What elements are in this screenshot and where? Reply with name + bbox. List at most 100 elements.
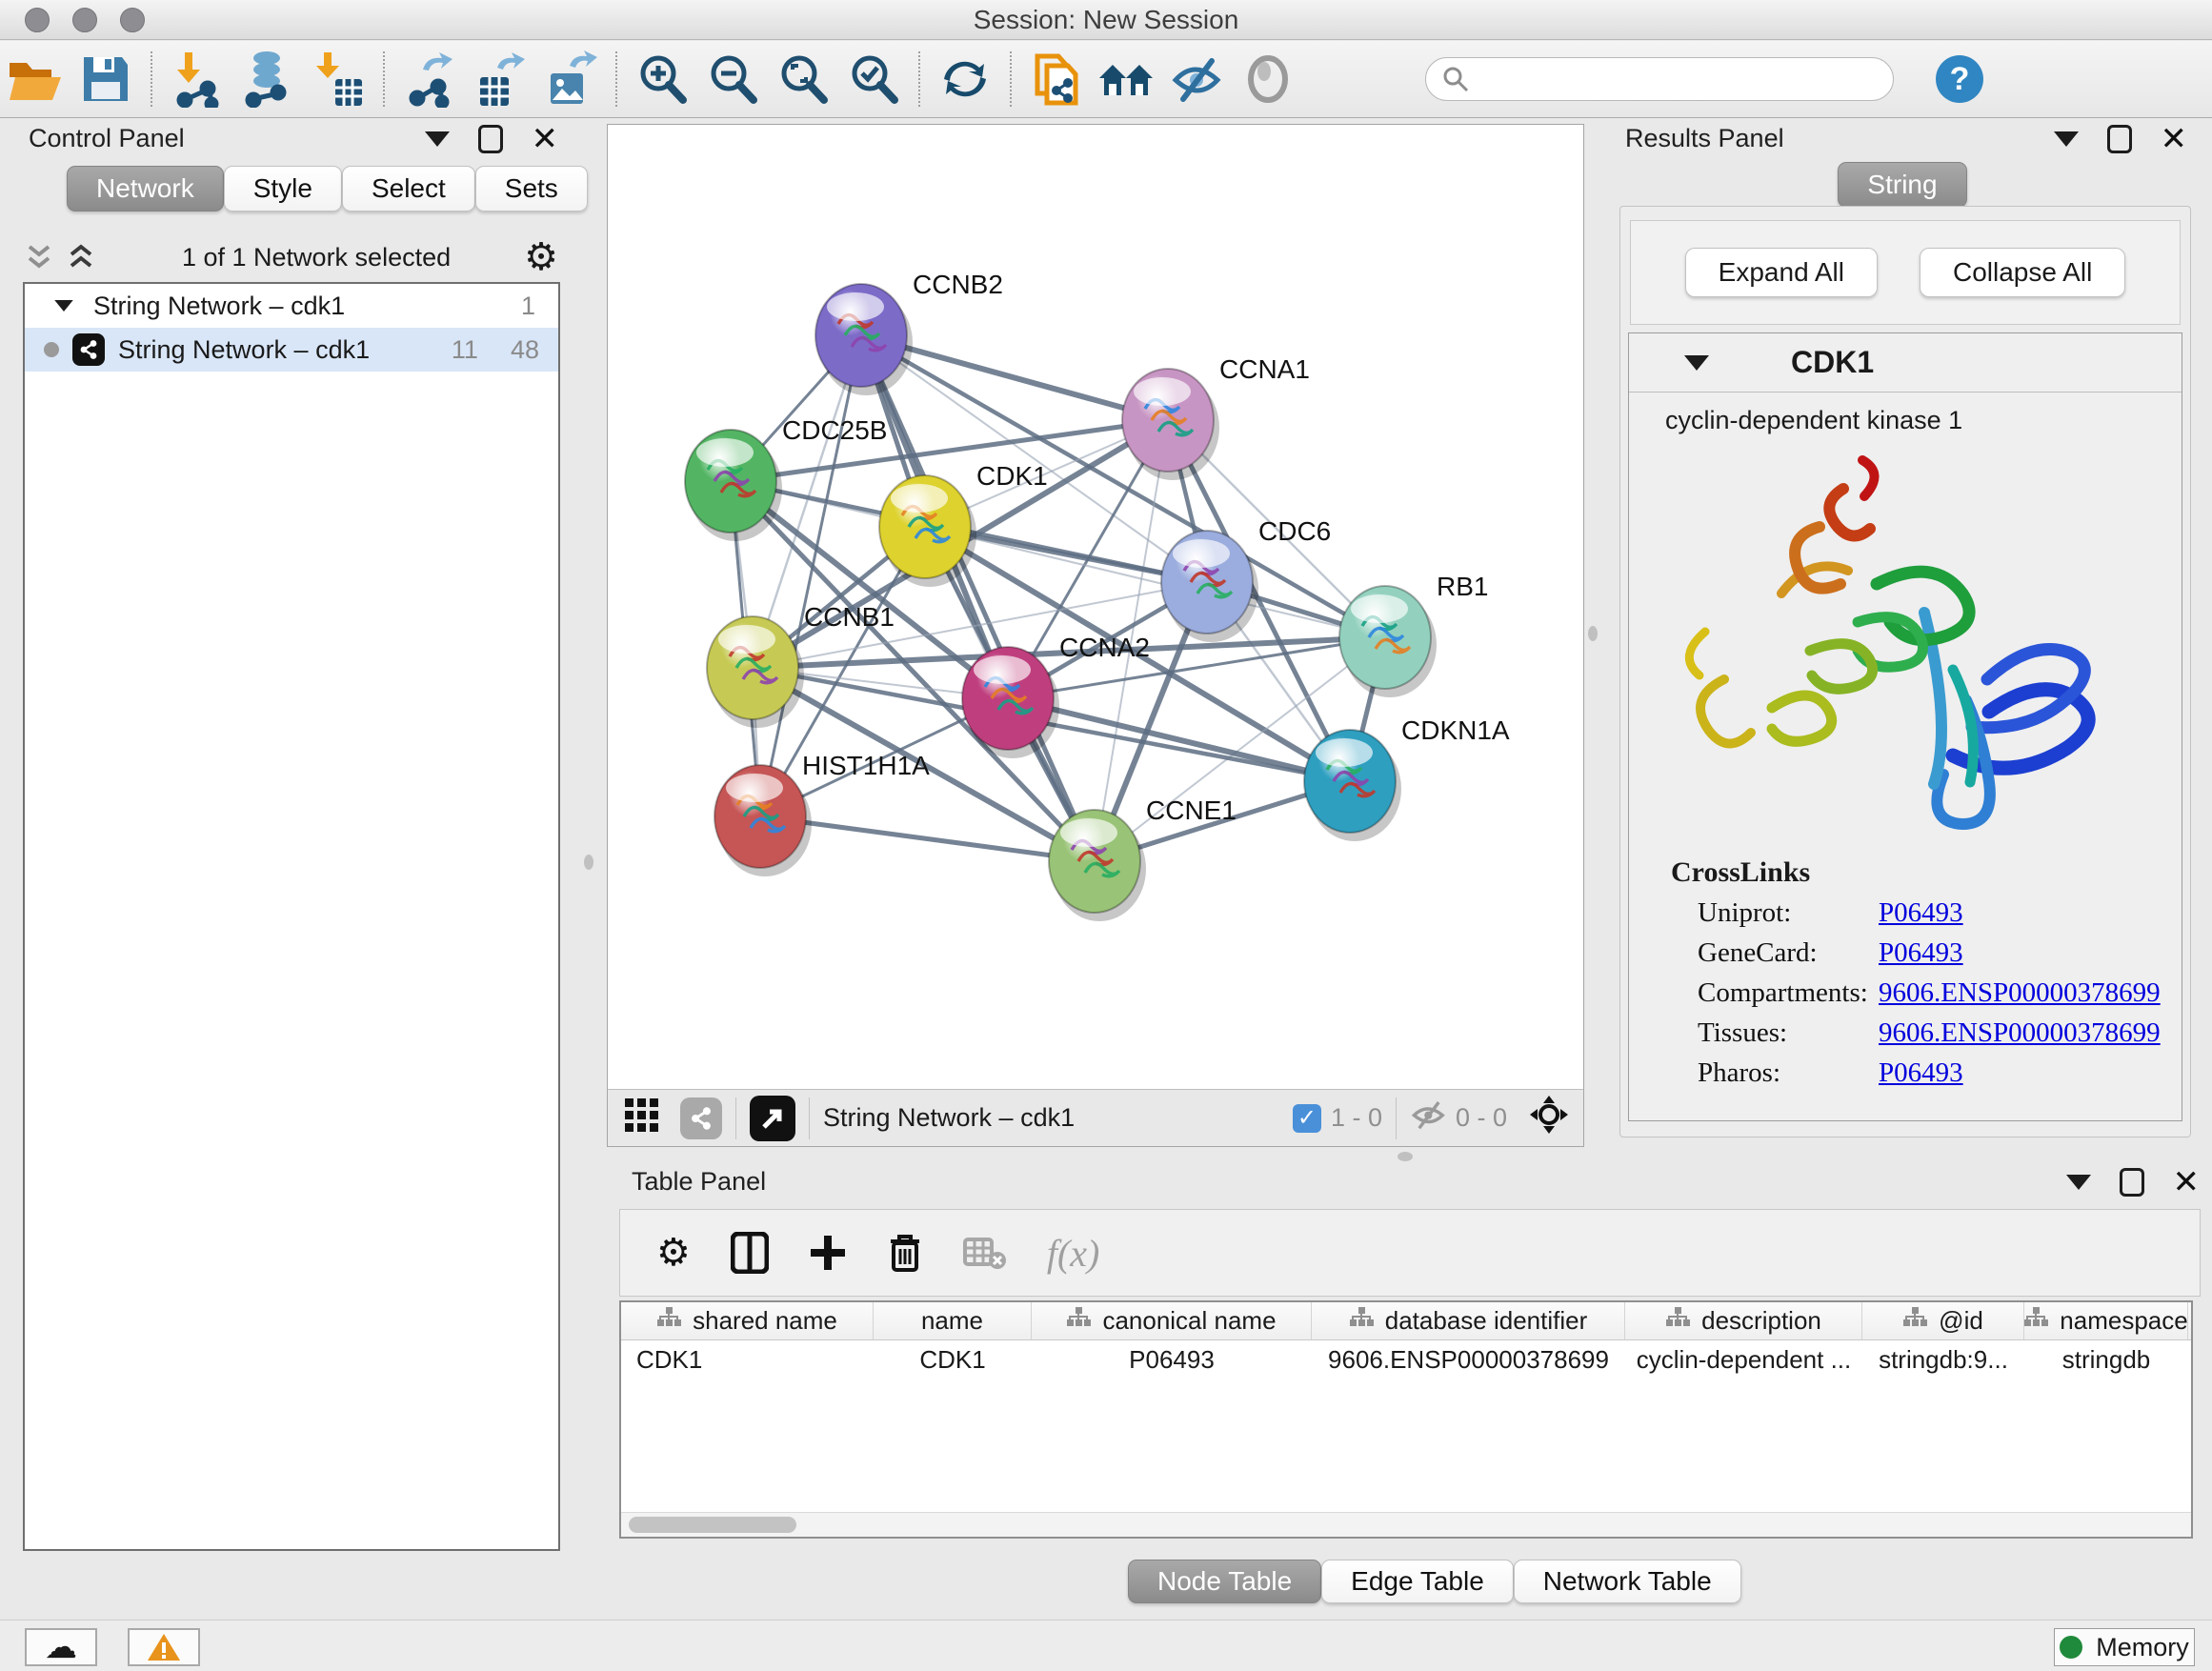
network-node-RB1[interactable]: RB1: [1339, 572, 1488, 697]
network-node-HIST1H1A[interactable]: HIST1H1A: [714, 751, 930, 876]
control-tab-network[interactable]: Network: [67, 166, 224, 211]
table-cell[interactable]: CDK1: [874, 1340, 1032, 1379]
crosslink-link[interactable]: P06493: [1879, 1057, 1963, 1089]
collection-expand-icon[interactable]: [54, 300, 73, 312]
maximize-panel-icon[interactable]: [2120, 1168, 2144, 1197]
zoom-selected-button[interactable]: [838, 46, 909, 112]
close-panel-icon[interactable]: ✕: [2173, 1168, 2201, 1197]
function-builder-button[interactable]: f(x): [1047, 1231, 1100, 1276]
collection-count: 1: [521, 292, 535, 321]
delete-table-icon[interactable]: [963, 1236, 1007, 1270]
home-networks-button[interactable]: [1092, 46, 1162, 112]
expand-all-button[interactable]: Expand All: [1685, 248, 1878, 297]
import-network-from-file-button[interactable]: [162, 46, 232, 112]
scrollbar-thumb[interactable]: [629, 1517, 796, 1533]
horizontal-splitter-handle[interactable]: [1398, 1152, 1413, 1161]
column-header-database-identifier[interactable]: database identifier: [1312, 1302, 1625, 1339]
import-table-from-file-button[interactable]: [303, 46, 373, 112]
entry-collapse-icon[interactable]: [1684, 355, 1709, 371]
float-panel-icon[interactable]: [2054, 131, 2079, 147]
crosslink-link[interactable]: P06493: [1879, 937, 1963, 969]
help-button[interactable]: ?: [1924, 46, 1995, 112]
open-session-button[interactable]: [0, 46, 70, 112]
show-columns-icon[interactable]: [731, 1232, 769, 1274]
network-node-CDC6[interactable]: CDC6: [1161, 516, 1331, 642]
table-settings-gear-icon[interactable]: ⚙: [656, 1231, 691, 1275]
control-tab-style[interactable]: Style: [224, 166, 342, 211]
network-row[interactable]: String Network – cdk1 11 48: [25, 328, 558, 372]
vertical-splitter-handle[interactable]: [1588, 626, 1598, 641]
table-cell[interactable]: cyclin-dependent ...: [1625, 1340, 1862, 1379]
crosslink-link[interactable]: P06493: [1879, 897, 1963, 929]
maximize-panel-icon[interactable]: [2107, 125, 2132, 153]
open-in-window-icon[interactable]: [750, 1096, 795, 1141]
float-panel-icon[interactable]: [2066, 1175, 2091, 1190]
vertical-splitter-handle[interactable]: [584, 855, 593, 870]
table-cell[interactable]: stringdb:9...: [1862, 1340, 2024, 1379]
close-panel-icon[interactable]: ✕: [532, 125, 559, 153]
export-table-button[interactable]: [465, 46, 535, 112]
delete-column-icon[interactable]: [887, 1232, 923, 1274]
table-row[interactable]: CDK1CDK1P064939606.ENSP00000378699cyclin…: [621, 1340, 2191, 1379]
network-node-CCNE1[interactable]: CCNE1: [1049, 795, 1237, 921]
column-tree-icon: [2024, 1306, 2048, 1336]
birds-eye-view-icon[interactable]: [623, 1097, 663, 1139]
zoom-out-button[interactable]: [697, 46, 768, 112]
pan-crosshair-icon[interactable]: [1528, 1094, 1570, 1142]
collapse-all-networks-icon[interactable]: [25, 241, 53, 273]
crosslink-link[interactable]: 9606.ENSP00000378699: [1879, 977, 2161, 1009]
table-tab-network-table[interactable]: Network Table: [1514, 1560, 1741, 1603]
close-panel-icon[interactable]: ✕: [2161, 125, 2188, 153]
network-view-title: String Network – cdk1: [823, 1103, 1075, 1133]
table-cell[interactable]: stringdb: [2024, 1340, 2188, 1379]
table-tab-edge-table[interactable]: Edge Table: [1321, 1560, 1514, 1603]
crosslink-link[interactable]: 9606.ENSP00000378699: [1879, 1017, 2161, 1049]
network-node-CCNA1[interactable]: CCNA1: [1122, 354, 1310, 480]
column-header-namespace[interactable]: namespace: [2024, 1302, 2188, 1339]
column-header--id[interactable]: @id: [1862, 1302, 2024, 1339]
table-cell[interactable]: 9606.ENSP00000378699: [1312, 1340, 1625, 1379]
zoom-fit-button[interactable]: [768, 46, 838, 112]
save-session-button[interactable]: [70, 46, 141, 112]
clone-network-button[interactable]: [1021, 46, 1092, 112]
export-network-button[interactable]: [394, 46, 465, 112]
horizontal-scrollbar[interactable]: [621, 1512, 2191, 1537]
network-view[interactable]: CCNB2CCNA1CDC25BCDK1CDC6RB1CCNB1CCNA2CDK…: [607, 124, 1584, 1147]
selected-nodes-checkbox[interactable]: ✓: [1293, 1104, 1321, 1133]
zoom-in-button[interactable]: [627, 46, 697, 112]
network-node-CCNB2[interactable]: CCNB2: [815, 270, 1003, 395]
collapse-all-button[interactable]: Collapse All: [1920, 248, 2125, 297]
table-cell[interactable]: P06493: [1032, 1340, 1312, 1379]
hidden-eye-icon[interactable]: [1410, 1098, 1448, 1137]
hide-selected-button[interactable]: [1162, 46, 1233, 112]
network-node-CDKN1A[interactable]: CDKN1A: [1304, 715, 1510, 841]
search-input[interactable]: [1470, 65, 1851, 94]
table-cell[interactable]: CDK1: [621, 1340, 874, 1379]
float-panel-icon[interactable]: [425, 131, 450, 147]
cloud-status-button[interactable]: ☁: [25, 1628, 97, 1666]
import-network-from-database-button[interactable]: [232, 46, 303, 112]
network-options-gear-icon[interactable]: ⚙: [524, 238, 558, 276]
network-graph[interactable]: CCNB2CCNA1CDC25BCDK1CDC6RB1CCNB1CCNA2CDK…: [608, 125, 1583, 1089]
control-tab-select[interactable]: Select: [342, 166, 475, 211]
network-node-CDK1[interactable]: CDK1: [879, 461, 1048, 587]
network-collection-row[interactable]: String Network – cdk1 1: [25, 284, 558, 328]
column-header-shared-name[interactable]: shared name: [621, 1302, 874, 1339]
toolbar-search[interactable]: [1425, 57, 1894, 101]
node-entry-header[interactable]: CDK1: [1629, 333, 2182, 393]
column-header-description[interactable]: description: [1625, 1302, 1862, 1339]
refresh-layout-button[interactable]: [930, 46, 1000, 112]
maximize-panel-icon[interactable]: [478, 125, 503, 153]
memory-button[interactable]: Memory: [2054, 1628, 2195, 1666]
warnings-button[interactable]: [128, 1628, 200, 1666]
table-tab-node-table[interactable]: Node Table: [1128, 1560, 1321, 1603]
string-view-icon[interactable]: [680, 1097, 722, 1139]
show-all-button[interactable]: [1233, 46, 1303, 112]
control-tab-sets[interactable]: Sets: [475, 166, 588, 211]
column-header-name[interactable]: name: [874, 1302, 1032, 1339]
results-tab-string[interactable]: String: [1838, 162, 1966, 208]
expand-all-networks-icon[interactable]: [67, 241, 95, 273]
create-column-icon[interactable]: [809, 1234, 847, 1272]
column-header-canonical-name[interactable]: canonical name: [1032, 1302, 1312, 1339]
export-image-button[interactable]: [535, 46, 606, 112]
